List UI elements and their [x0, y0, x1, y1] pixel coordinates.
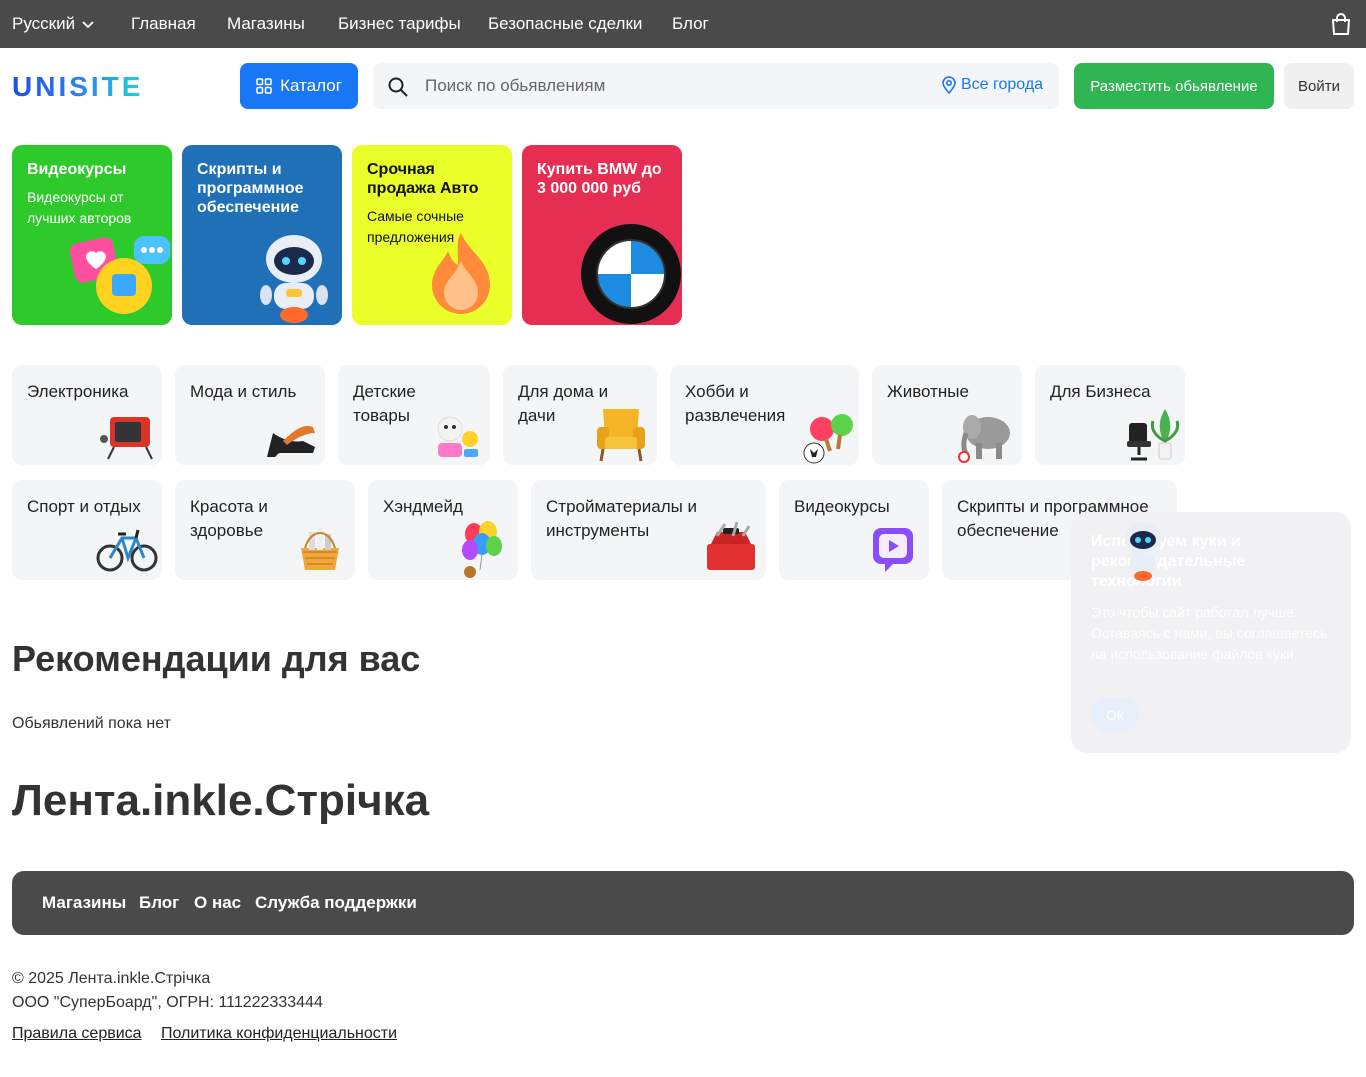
nav-home[interactable]: Главная [131, 14, 196, 34]
promo-videocourses[interactable]: Видеокурсы Видеокурсы от лучших авторов [12, 145, 172, 325]
toolbox-icon [707, 522, 755, 570]
category-sport[interactable]: Спорт и отдых [12, 480, 162, 580]
promo-subtitle: Видеокурсы от лучших авторов [27, 189, 132, 226]
top-bar: Русский Главная Магазины Бизнес тарифы Б… [0, 0, 1366, 48]
category-label: Красота и здоровье [190, 497, 268, 540]
high-heels-icon [267, 425, 315, 457]
category-building-materials[interactable]: Стройматериалы и инструменты [531, 480, 766, 580]
category-hobby[interactable]: Хобби и развлечения [670, 365, 859, 465]
category-label: Спорт и отдых [27, 497, 141, 516]
nav-business-plans[interactable]: Бизнес тарифы [338, 14, 461, 34]
category-label: Для Бизнеса [1050, 382, 1151, 401]
search-input[interactable] [423, 73, 883, 99]
category-label: Детские товары [353, 382, 416, 425]
footer-link-blog[interactable]: Блог [139, 893, 179, 913]
ping-pong-icon [803, 414, 853, 464]
category-electronics[interactable]: Электроника [12, 365, 162, 465]
grid-icon [256, 78, 272, 94]
nav-blog[interactable]: Блог [672, 14, 709, 34]
recommendations-title: Рекомендации для вас [12, 638, 421, 679]
city-selector[interactable]: Все города [941, 76, 1043, 94]
robot-icon [260, 235, 328, 323]
nav-stores[interactable]: Магазины [227, 14, 305, 34]
balloons-icon [462, 521, 502, 578]
category-label: Видеокурсы [794, 497, 890, 516]
category-business[interactable]: Для Бизнеса [1035, 365, 1185, 465]
terms-link[interactable]: Правила сервиса [12, 1025, 142, 1043]
promo-scripts[interactable]: Скрипты и программное обеспечение [182, 145, 342, 325]
video-play-icon [873, 528, 913, 572]
category-label: Хобби и развлечения [685, 382, 786, 425]
location-pin-icon [942, 76, 956, 94]
logo-text: UNISITE [12, 73, 143, 99]
shopping-bag-icon[interactable] [1330, 12, 1352, 36]
nav-safe-deals[interactable]: Безопасные сделки [488, 14, 642, 34]
copyright: © 2025 Лента.inkle.Стрічка [12, 970, 211, 987]
search-icon[interactable] [388, 77, 408, 97]
category-fashion[interactable]: Мода и стиль [175, 365, 325, 465]
gift-basket-icon [301, 528, 339, 570]
category-label: Мода и стиль [190, 382, 297, 401]
footer-nav: Магазины Блог О нас Служба поддержки [12, 871, 1354, 935]
social-likes-icon [70, 236, 170, 314]
cookie-popup: Используем куки и рекомендательные техно… [1071, 512, 1351, 753]
footer-link-support[interactable]: Служба поддержки [255, 893, 417, 913]
recommendations-empty: Обьявлений пока нет [12, 715, 171, 732]
category-beauty[interactable]: Красота и здоровье [175, 480, 355, 580]
bicycle-icon [96, 529, 158, 572]
toys-icon [437, 416, 478, 457]
chevron-down-icon [82, 21, 94, 29]
category-videocourses[interactable]: Видеокурсы [779, 480, 929, 580]
robot-icon [1125, 522, 1161, 581]
language-selector[interactable]: Русский [12, 14, 95, 34]
category-kids[interactable]: Детские товары [338, 365, 490, 465]
fire-icon [432, 233, 490, 314]
promo-bmw[interactable]: Купить BMW до 3 000 000 руб [522, 145, 682, 325]
office-chair-plant-icon [1127, 409, 1180, 461]
city-label: Все города [961, 76, 1044, 93]
category-label: Стройматериалы и инструменты [546, 497, 698, 540]
catalog-button[interactable]: Каталог [240, 63, 358, 109]
footer-copyright-block: © 2025 Лента.inkle.Стрічка ООО "СуперБоа… [12, 967, 323, 1015]
promo-title: Скрипты и программное обеспечение [197, 161, 304, 216]
category-label: Животные [887, 382, 969, 401]
promo-title: Срочная продажа Авто [367, 161, 479, 197]
privacy-link[interactable]: Политика конфиденциальности [161, 1025, 397, 1043]
category-home-garden[interactable]: Для дома и дачи [503, 365, 657, 465]
promo-title: Купить BMW до 3 000 000 руб [537, 161, 662, 197]
unisite-logo[interactable]: UNISITE [12, 73, 178, 99]
login-button[interactable]: Войти [1284, 63, 1354, 109]
category-label: Хэндмейд [383, 497, 463, 516]
search-bar: Все города [373, 63, 1059, 109]
tv-icon [100, 417, 153, 460]
category-handmade[interactable]: Хэндмейд [368, 480, 518, 580]
catalog-label: Каталог [280, 76, 342, 95]
footer-link-stores[interactable]: Магазины [42, 893, 126, 913]
promo-urgent-auto[interactable]: Срочная продажа Авто Самые сочные предло… [352, 145, 512, 325]
post-ad-button[interactable]: Разместить обьявление [1074, 63, 1274, 109]
elephant-icon [958, 415, 1010, 463]
footer-link-about[interactable]: О нас [194, 893, 241, 913]
company-info: ООО "СуперБоард", ОГРН: 111222333444 [12, 994, 323, 1011]
feed-title: Лента.inkle.Стрічка [12, 776, 430, 825]
bmw-logo-icon [581, 224, 681, 324]
category-animals[interactable]: Животные [872, 365, 1022, 465]
category-label: Электроника [27, 382, 129, 401]
promo-title: Видеокурсы [27, 161, 127, 178]
cookie-text: Это чтобы сайт работал лучше. Оставаясь … [1091, 604, 1328, 662]
language-label: Русский [12, 14, 76, 33]
armchair-icon [597, 409, 645, 462]
cookie-ok-button[interactable]: Ok [1091, 698, 1139, 732]
